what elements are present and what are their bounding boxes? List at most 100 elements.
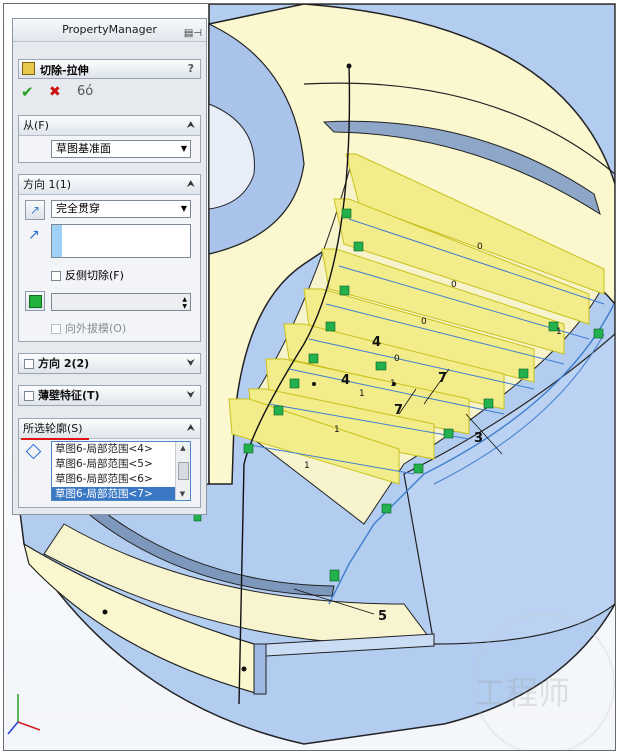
direction1-section: 方向 1(1) ⮝ ↗ 完全贯穿 ▼ ↗ 反侧切除(F) ▲ ▼ 向外拔模(O)	[18, 174, 201, 342]
selection-color-bar	[52, 225, 62, 257]
draft-outward-option[interactable]: 向外拔模(O)	[51, 320, 126, 336]
relation-label: 1	[359, 389, 365, 399]
from-section-label: 从(F)	[23, 119, 49, 132]
selected-contours-label: 所选轮廓(S)	[23, 422, 83, 435]
vertical-bar	[253, 643, 267, 695]
axis-triad	[7, 694, 41, 735]
expand-icon[interactable]: ⮟	[187, 354, 196, 373]
relation-marker	[339, 285, 350, 296]
relation-marker	[593, 328, 604, 339]
thin-feature-label: 薄壁特征(T)	[38, 389, 100, 402]
axis-z	[7, 721, 19, 735]
dimension-7-a[interactable]: 7	[438, 371, 447, 386]
dimension-5[interactable]: 5	[378, 609, 387, 624]
relation-label: 1	[556, 327, 562, 337]
direction-vector-field[interactable]	[51, 224, 191, 258]
ok-icon[interactable]: ✔	[21, 83, 34, 101]
collapse-icon[interactable]: ⮝	[187, 175, 196, 194]
relation-marker	[273, 405, 284, 416]
from-select-value: 草图基准面	[56, 142, 111, 155]
draft-button[interactable]	[25, 291, 45, 311]
direction-vector-icon: ↗	[28, 227, 40, 243]
thin-feature-checkbox[interactable]	[24, 391, 34, 401]
from-select[interactable]: 草图基准面 ▼	[51, 140, 191, 158]
flip-side-label: 反侧切除(F)	[65, 269, 124, 282]
sketch-point	[346, 63, 352, 69]
flip-side-checkbox[interactable]	[51, 271, 61, 281]
list-item[interactable]: 草图6-局部范围<7>	[52, 487, 190, 500]
draft-outward-checkbox[interactable]	[51, 324, 61, 334]
relation-marker	[243, 443, 254, 454]
pin-icon[interactable]: ▤⊣	[184, 23, 202, 45]
preview-icon[interactable]: 6ó	[77, 84, 93, 99]
cancel-icon[interactable]: ✖	[49, 84, 61, 100]
relation-marker	[483, 398, 494, 409]
list-item[interactable]: 草图6-局部范围<5>	[52, 457, 190, 472]
sketch-contour-icon	[25, 443, 42, 460]
relation-label: 0	[477, 242, 483, 252]
scroll-down-icon[interactable]: ▼	[176, 488, 189, 500]
sketch-point	[312, 382, 316, 386]
relation-marker	[353, 241, 364, 252]
selected-contours-section: 所选轮廓(S) ⮝ 草图6-局部范围<4> 草图6-局部范围<5> 草图6-局部…	[18, 418, 201, 508]
dimension-3[interactable]: 3	[474, 431, 483, 446]
relation-marker	[325, 321, 336, 332]
thin-feature-section: 薄壁特征(T) ⮟	[18, 385, 201, 406]
reverse-direction-button[interactable]: ↗	[25, 200, 45, 220]
relation-marker	[518, 368, 529, 379]
draft-angle-input[interactable]: ▲ ▼	[51, 293, 191, 311]
cut-extrude-icon	[22, 62, 35, 75]
chevron-down-icon: ▼	[180, 144, 187, 153]
relation-marker	[289, 378, 300, 389]
direction1-label: 方向 1(1)	[23, 178, 72, 191]
axis-x	[17, 721, 41, 731]
end-condition-value: 完全贯穿	[56, 202, 100, 215]
relation-marker	[381, 503, 392, 514]
relation-marker	[341, 208, 352, 219]
feature-name: 切除-拉伸	[40, 64, 89, 77]
relation-label: 0	[394, 354, 400, 364]
help-icon[interactable]: ?	[188, 62, 194, 75]
property-manager-title: PropertyManager	[62, 23, 157, 36]
direction2-checkbox[interactable]	[24, 359, 34, 369]
end-condition-select[interactable]: 完全贯穿 ▼	[51, 200, 191, 218]
collapse-icon[interactable]: ⮝	[187, 116, 196, 135]
dimension-4-b[interactable]: 4	[341, 373, 350, 388]
scroll-up-icon[interactable]: ▲	[176, 442, 190, 454]
feature-title-bar: 切除-拉伸 ?	[18, 59, 201, 79]
property-manager-header: PropertyManager ▤⊣	[13, 19, 206, 42]
direction1-header[interactable]: 方向 1(1) ⮝	[19, 175, 200, 195]
expand-icon[interactable]: ⮟	[187, 386, 196, 405]
relation-label: 0	[451, 280, 457, 290]
relation-label: 1	[334, 425, 340, 435]
draft-outward-label: 向外拔模(O)	[65, 322, 127, 335]
sketch-point	[102, 609, 108, 615]
application-frame: 0 0 0 0 1 1 1 1 1 4 4 7 7 3 5	[3, 3, 616, 751]
flip-side-option[interactable]: 反侧切除(F)	[51, 267, 124, 283]
from-section-header[interactable]: 从(F) ⮝	[19, 116, 200, 136]
relation-marker	[329, 569, 340, 582]
red-underline	[21, 438, 89, 440]
relation-label: 1	[304, 461, 310, 471]
scrollbar[interactable]: ▲ ▼	[175, 442, 190, 500]
sketch-point	[392, 382, 396, 386]
spinner-icon[interactable]: ▲ ▼	[182, 296, 187, 310]
selected-contours-header[interactable]: 所选轮廓(S) ⮝	[19, 419, 200, 439]
chevron-down-icon: ▼	[180, 204, 187, 213]
draft-icon	[28, 295, 42, 308]
collapse-icon[interactable]: ⮝	[187, 419, 196, 438]
property-manager-panel: PropertyManager ▤⊣ 切除-拉伸 ? ✔ ✖ 6ó 从(F) ⮝…	[12, 18, 207, 515]
direction2-section: 方向 2(2) ⮟	[18, 353, 201, 374]
thin-feature-header[interactable]: 薄壁特征(T) ⮟	[19, 386, 200, 405]
dimension-7-b[interactable]: 7	[394, 403, 403, 418]
relation-marker	[375, 361, 387, 371]
relation-marker	[413, 463, 424, 474]
dimension-4-a[interactable]: 4	[372, 335, 381, 350]
direction2-header[interactable]: 方向 2(2) ⮟	[19, 354, 200, 373]
contour-list[interactable]: 草图6-局部范围<4> 草图6-局部范围<5> 草图6-局部范围<6> 草图6-…	[51, 441, 191, 501]
watermark-text: 工程师	[474, 674, 570, 712]
scroll-thumb[interactable]	[178, 462, 189, 480]
from-section: 从(F) ⮝ 草图基准面 ▼	[18, 115, 201, 163]
list-item[interactable]: 草图6-局部范围<4>	[52, 442, 190, 457]
list-item[interactable]: 草图6-局部范围<6>	[52, 472, 190, 487]
